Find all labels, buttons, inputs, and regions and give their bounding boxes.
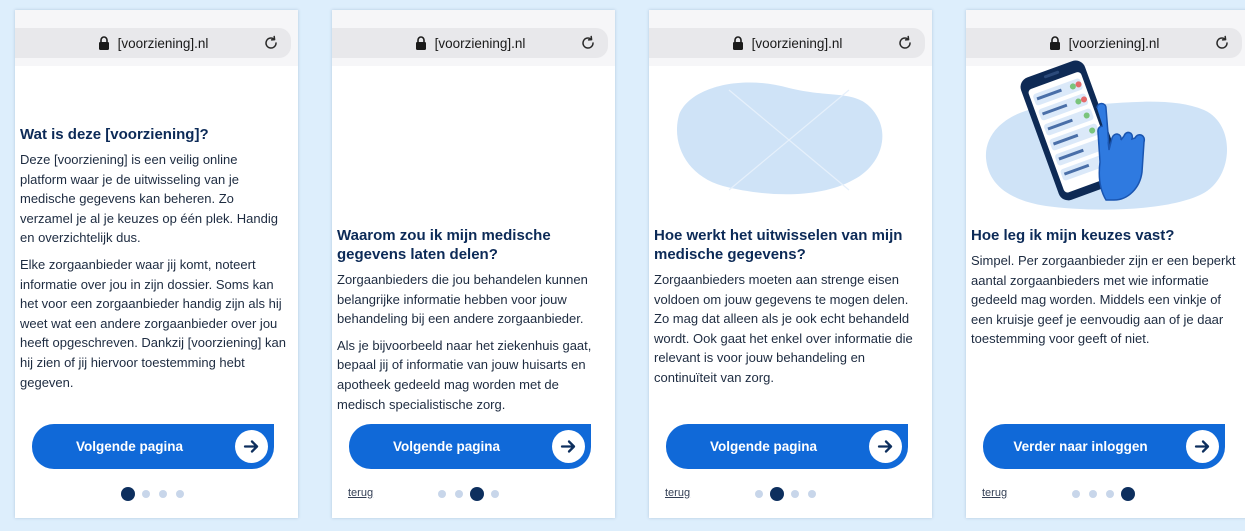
next-page-button[interactable]: Volgende pagina (666, 424, 908, 469)
browser-top-bar: [voorziening].nl (15, 10, 298, 66)
pagination-dot-active[interactable] (470, 487, 484, 501)
pagination-dot[interactable] (1089, 490, 1097, 498)
button-label: Verder naar inloggen (1013, 439, 1148, 454)
lock-icon (415, 36, 426, 50)
reload-icon[interactable] (263, 35, 279, 51)
screen-content: Hoe leg ik mijn keuzes vast? Simpel. Per… (971, 226, 1239, 356)
login-button[interactable]: Verder naar inloggen (983, 424, 1225, 469)
reload-icon[interactable] (580, 35, 596, 51)
onboarding-screen-4: [voorziening].nl Hoe leg ik mijn keuzes … (966, 10, 1245, 518)
pagination-dot[interactable] (1106, 490, 1114, 498)
screen-title: Hoe leg ik mijn keuzes vast? (971, 227, 1175, 244)
lock-icon (98, 36, 109, 50)
next-page-button[interactable]: Volgende pagina (349, 424, 591, 469)
onboarding-screen-1: [voorziening].nl Wat is deze [voorzienin… (15, 10, 298, 518)
back-link[interactable]: terug (665, 487, 690, 499)
pagination-dot[interactable] (438, 490, 446, 498)
pagination-dot[interactable] (491, 490, 499, 498)
next-page-button[interactable]: Volgende pagina (32, 424, 274, 469)
body-paragraph: Deze [voorziening] is een veilig online … (20, 152, 278, 246)
browser-top-bar: [voorziening].nl (332, 10, 615, 66)
pagination-dot-active[interactable] (770, 487, 784, 501)
pagination-dot[interactable] (455, 490, 463, 498)
body-paragraph: Als je bijvoorbeeld naar het ziekenhuis … (337, 337, 592, 412)
url-text: [voorziening].nl (117, 35, 209, 51)
screen-content: Hoe werkt het uitwisselen van mijn medis… (654, 226, 922, 395)
phone-checklist-illustration (985, 60, 1228, 210)
body-paragraph: Elke zorgaanbieder waar jij komt, noteer… (20, 256, 286, 390)
placeholder-blob-illustration (676, 82, 883, 195)
screen-content: Wat is deze [voorziening]? Deze [voorzie… (20, 125, 288, 399)
pagination-dot[interactable] (142, 490, 150, 498)
pagination-dot[interactable] (808, 490, 816, 498)
pagination-dot[interactable] (159, 490, 167, 498)
pagination-dot[interactable] (791, 490, 799, 498)
screen-title: Wat is deze [voorziening]? (20, 126, 209, 143)
button-label: Volgende pagina (392, 439, 500, 454)
screen-title: Waarom zou ik mijn medische gegevens lat… (337, 227, 551, 263)
onboarding-screen-2: [voorziening].nl Waarom zou ik mijn medi… (332, 10, 615, 518)
pagination-dot[interactable] (176, 490, 184, 498)
body-paragraph: Zorgaanbieders moeten aan strenge eisen … (654, 272, 913, 385)
arrow-right-icon (1186, 430, 1219, 463)
button-label: Volgende pagina (75, 439, 183, 454)
pagination-dot-active[interactable] (1121, 487, 1135, 501)
pagination-dot[interactable] (1072, 490, 1080, 498)
screen-content: Waarom zou ik mijn medische gegevens lat… (337, 226, 605, 421)
button-label: Volgende pagina (709, 439, 817, 454)
body-paragraph: Simpel. Per zorgaanbieder zijn er een be… (971, 253, 1236, 347)
back-link[interactable]: terug (982, 487, 1007, 499)
screen-title: Hoe werkt het uitwisselen van mijn medis… (654, 227, 903, 263)
address-bar[interactable]: [voorziening].nl (15, 28, 291, 58)
arrow-right-icon (552, 430, 585, 463)
url-text: [voorziening].nl (434, 35, 526, 51)
arrow-right-icon (235, 430, 268, 463)
address-bar[interactable]: [voorziening].nl (332, 28, 608, 58)
pagination-dot-active[interactable] (121, 487, 135, 501)
body-paragraph: Zorgaanbieders die jou behandelen kunnen… (337, 272, 588, 327)
arrow-right-icon (869, 430, 902, 463)
onboarding-screen-3: [voorziening].nl Hoe werkt het uitwissel… (649, 10, 932, 518)
pagination-dot[interactable] (755, 490, 763, 498)
back-link[interactable]: terug (348, 487, 373, 499)
